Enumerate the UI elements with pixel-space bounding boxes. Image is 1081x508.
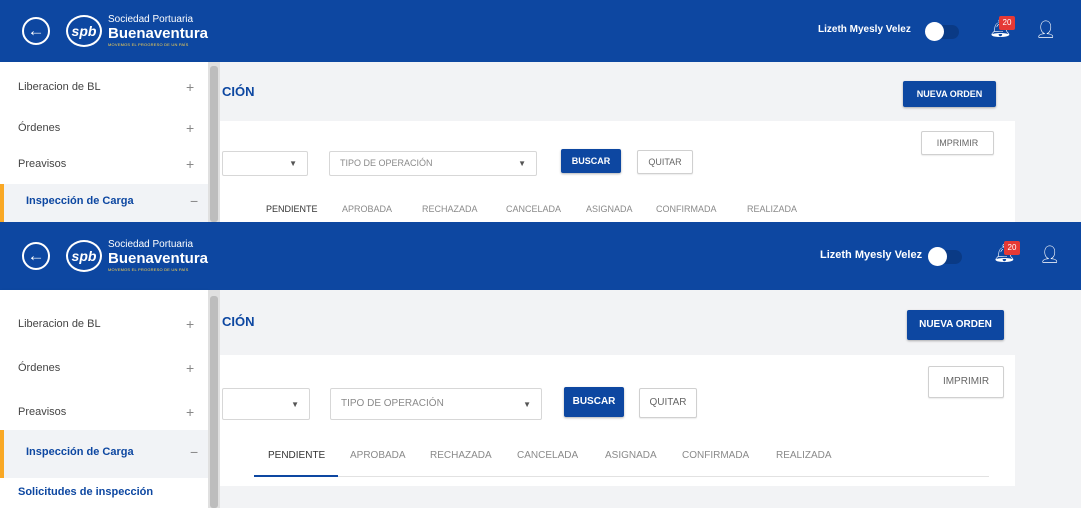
- tab-realizada[interactable]: REALIZADA: [776, 450, 832, 461]
- company-logo[interactable]: spb Sociedad Portuaria Buenaventura MOVE…: [66, 13, 208, 49]
- logo-mark: spb: [66, 240, 102, 272]
- sidebar-item-preavisos[interactable]: Preavisos +: [0, 390, 208, 434]
- sidebar-item-inspeccion-carga[interactable]: Inspección de Carga −: [0, 184, 208, 222]
- person-icon[interactable]: 👤︎: [1039, 245, 1061, 265]
- notification-badge: 20: [999, 16, 1015, 30]
- sidebar: Liberacion de BL + Órdenes + Preavisos +…: [0, 290, 208, 508]
- caret-down-icon: ▼: [523, 400, 531, 409]
- search-button[interactable]: BUSCAR: [561, 149, 621, 173]
- search-button[interactable]: BUSCAR: [564, 387, 624, 417]
- sidebar-item-ordenes[interactable]: Órdenes +: [0, 346, 208, 390]
- tabs-divider: [254, 476, 989, 477]
- clear-button[interactable]: QUITAR: [637, 150, 693, 174]
- sidebar-item-label: Liberacion de BL: [18, 318, 101, 330]
- sidebar-item-preavisos[interactable]: Preavisos +: [0, 146, 208, 182]
- logo-line-2: Buenaventura: [108, 250, 209, 267]
- app-header: ← spb Sociedad Portuaria Buenaventura MO…: [0, 0, 1081, 62]
- arrow-left-icon: ←: [27, 246, 45, 265]
- sidebar-scrollbar[interactable]: [208, 62, 220, 222]
- operation-type-placeholder: TIPO DE OPERACIÓN: [340, 158, 433, 168]
- tab-rechazada[interactable]: RECHAZADA: [430, 450, 517, 461]
- active-tab-indicator: [254, 475, 338, 477]
- operation-type-select[interactable]: TIPO DE OPERACIÓN ▼: [330, 388, 542, 420]
- caret-down-icon: ▼: [291, 400, 299, 409]
- tab-rechazada[interactable]: RECHAZADA: [422, 204, 506, 214]
- new-order-button[interactable]: NUEVA ORDEN: [903, 81, 996, 107]
- sidebar-item-liberacion-bl[interactable]: Liberacion de BL +: [0, 302, 208, 346]
- filter-card: [220, 355, 1015, 486]
- arrow-left-icon: ←: [27, 21, 45, 40]
- theme-toggle[interactable]: [928, 247, 962, 266]
- scrollbar-thumb[interactable]: [210, 66, 218, 222]
- tab-pendiente[interactable]: PENDIENTE: [254, 450, 350, 461]
- logo-tagline: MOVEMOS EL PROGRESO DE UN PAÍS: [108, 42, 189, 47]
- screenshot-top: ← spb Sociedad Portuaria Buenaventura MO…: [0, 0, 1081, 222]
- sidebar-item-label: Inspección de Carga: [26, 446, 134, 458]
- tab-asignada[interactable]: ASIGNADA: [586, 204, 656, 214]
- sidebar-item-label: Inspección de Carga: [26, 195, 134, 207]
- plus-icon: +: [186, 316, 195, 332]
- plus-icon: +: [186, 79, 195, 95]
- caret-down-icon: ▼: [289, 159, 297, 168]
- tab-asignada[interactable]: ASIGNADA: [605, 450, 682, 461]
- operation-type-placeholder: TIPO DE OPERACIÓN: [341, 398, 444, 409]
- logo-mark: spb: [66, 15, 102, 47]
- page-title: CIÓN: [222, 84, 255, 99]
- status-tabs: PENDIENTE APROBADA RECHAZADA CANCELADA A…: [254, 204, 797, 214]
- user-name: Lizeth Myesly Velez: [820, 249, 923, 261]
- sidebar-scrollbar[interactable]: [208, 290, 220, 508]
- logo-line-1: Sociedad Portuaria: [108, 239, 194, 250]
- app-header: ← spb Sociedad Portuaria Buenaventura MO…: [0, 222, 1081, 290]
- caret-down-icon: ▼: [518, 159, 526, 168]
- company-logo[interactable]: spb Sociedad Portuaria Buenaventura MOVE…: [66, 238, 208, 274]
- tab-cancelada[interactable]: CANCELADA: [517, 450, 605, 461]
- minus-icon: −: [190, 444, 199, 460]
- tab-confirmada[interactable]: CONFIRMADA: [682, 450, 776, 461]
- tab-aprobada[interactable]: APROBADA: [342, 204, 422, 214]
- clear-button[interactable]: QUITAR: [639, 388, 697, 418]
- tab-aprobada[interactable]: APROBADA: [350, 450, 430, 461]
- user-name: Lizeth Myesly Velez: [818, 24, 911, 35]
- tab-realizada[interactable]: REALIZADA: [747, 204, 797, 214]
- notification-badge: 20: [1004, 241, 1020, 255]
- plus-icon: +: [186, 404, 195, 420]
- sidebar-item-liberacion-bl[interactable]: Liberacion de BL +: [0, 62, 208, 112]
- back-button[interactable]: ←: [22, 242, 50, 270]
- screenshot-bottom: ← spb Sociedad Portuaria Buenaventura MO…: [0, 222, 1081, 508]
- sidebar-subitem-solicitudes[interactable]: Solicitudes de inspección: [18, 486, 153, 498]
- print-button[interactable]: IMPRIMIR: [921, 131, 994, 155]
- page-title: CIÓN: [222, 314, 255, 329]
- sidebar-item-label: Liberacion de BL: [18, 81, 101, 93]
- toggle-knob: [925, 22, 944, 41]
- operation-type-select[interactable]: TIPO DE OPERACIÓN ▼: [329, 151, 537, 176]
- logo-line-2: Buenaventura: [108, 25, 209, 42]
- sidebar: Liberacion de BL + Órdenes + Preavisos +…: [0, 62, 208, 222]
- theme-toggle[interactable]: [925, 22, 959, 41]
- print-button[interactable]: IMPRIMIR: [928, 366, 1004, 398]
- sidebar-item-label: Órdenes: [18, 122, 61, 134]
- new-order-button[interactable]: NUEVA ORDEN: [907, 310, 1004, 340]
- person-icon[interactable]: 👤︎: [1035, 20, 1057, 40]
- plus-icon: +: [186, 360, 195, 376]
- minus-icon: −: [190, 193, 199, 209]
- tab-confirmada[interactable]: CONFIRMADA: [656, 204, 747, 214]
- tab-cancelada[interactable]: CANCELADA: [506, 204, 586, 214]
- sidebar-item-ordenes[interactable]: Órdenes +: [0, 110, 208, 146]
- sidebar-item-label: Órdenes: [18, 362, 61, 374]
- filter-select[interactable]: ▼: [222, 151, 308, 176]
- status-tabs: PENDIENTE APROBADA RECHAZADA CANCELADA A…: [254, 450, 832, 461]
- sidebar-item-label: Preavisos: [18, 158, 67, 170]
- sidebar-item-inspeccion-carga[interactable]: Inspección de Carga −: [0, 430, 208, 478]
- scrollbar-thumb[interactable]: [210, 296, 218, 508]
- plus-icon: +: [186, 120, 195, 136]
- plus-icon: +: [186, 156, 195, 172]
- toggle-knob: [928, 247, 947, 266]
- back-button[interactable]: ←: [22, 17, 50, 45]
- filter-select[interactable]: ▼: [222, 388, 310, 420]
- tab-pendiente[interactable]: PENDIENTE: [254, 204, 342, 214]
- logo-line-1: Sociedad Portuaria: [108, 14, 194, 25]
- logo-tagline: MOVEMOS EL PROGRESO DE UN PAÍS: [108, 267, 189, 272]
- sidebar-item-label: Preavisos: [18, 406, 67, 418]
